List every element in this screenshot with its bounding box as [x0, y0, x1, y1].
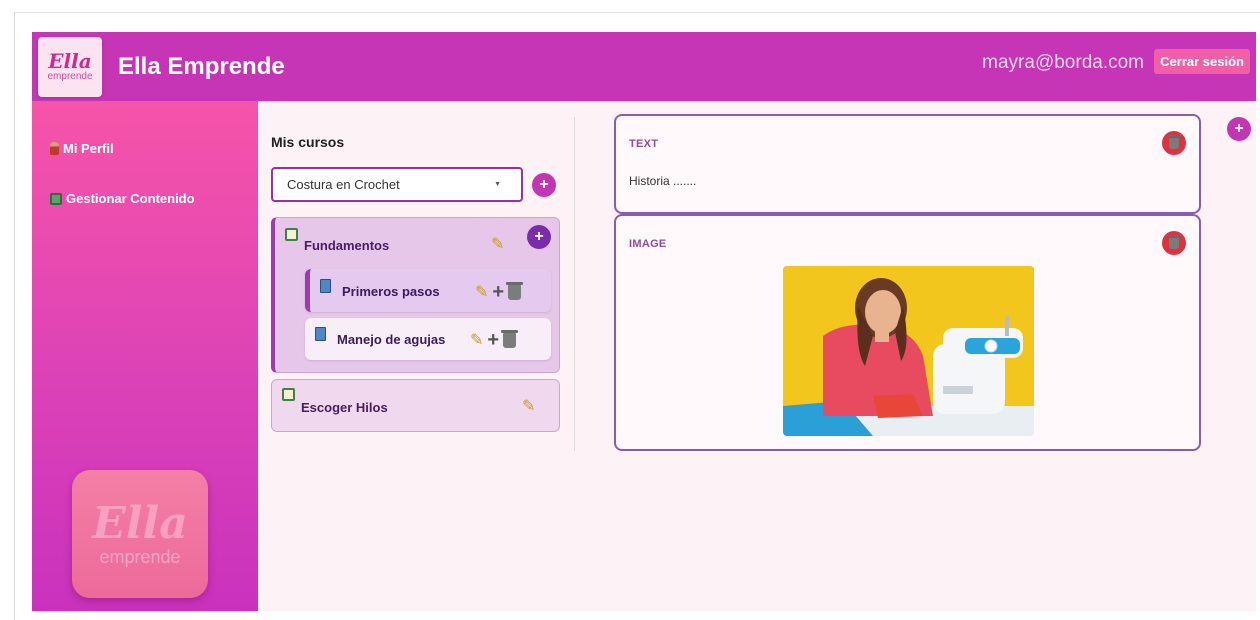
lesson-title: Manejo de agujas [337, 332, 446, 347]
block-text-content[interactable]: Historia ....... [629, 174, 696, 188]
sidebar-logo-main: Ella [92, 498, 188, 549]
app-header: Ella emprende Ella Emprende mayra@borda.… [32, 32, 1256, 101]
add-course-button[interactable]: + [532, 173, 556, 197]
lesson-book-icon [320, 279, 331, 293]
lesson-actions: ✎ + [470, 329, 519, 350]
edit-pencil-icon[interactable]: ✎ [475, 282, 488, 302]
content-block-image[interactable]: IMAGE [614, 214, 1201, 451]
woman-sewing-machine-photo [783, 266, 1034, 436]
delete-block-button[interactable] [1162, 131, 1186, 155]
caret-down-icon: ▼ [494, 181, 501, 188]
trash-icon [1167, 234, 1181, 249]
user-email: mayra@borda.com [982, 52, 1144, 73]
lesson-primeros-pasos[interactable]: Primeros pasos ✎ + [305, 269, 551, 312]
plus-icon[interactable]: + [492, 282, 504, 302]
book-icon [50, 192, 62, 205]
trash-icon[interactable] [506, 281, 524, 300]
app-title: Ella Emprende [118, 52, 285, 80]
trash-icon [1167, 134, 1181, 149]
edit-pencil-icon[interactable]: ✎ [470, 330, 483, 350]
trash-icon[interactable] [501, 329, 519, 348]
block-type-label: TEXT [629, 138, 659, 150]
edit-pencil-icon[interactable]: ✎ [522, 396, 535, 416]
sidebar: Mi Perfil Gestionar Contenido Ella empre… [32, 101, 258, 611]
sidebar-item-mi-perfil[interactable]: Mi Perfil [50, 141, 114, 156]
header-logo[interactable]: Ella emprende [38, 36, 102, 97]
main-content: Mis cursos Costura en Crochet ▼ + Fundam… [258, 101, 1256, 611]
delete-block-button[interactable] [1162, 231, 1186, 255]
module-title: Escoger Hilos [301, 400, 388, 415]
add-lesson-button[interactable]: + [527, 225, 551, 249]
module-book-icon [285, 228, 298, 241]
lesson-actions: ✎ + [475, 281, 524, 302]
module-escoger-hilos[interactable]: Escoger Hilos ✎ [271, 379, 560, 432]
add-block-button[interactable]: + [1227, 117, 1251, 141]
logout-button[interactable]: Cerrar sesión [1154, 49, 1250, 74]
content-block-text[interactable]: TEXT Historia ....... [614, 114, 1201, 214]
module-title: Fundamentos [304, 238, 390, 253]
plus-icon[interactable]: + [487, 330, 499, 350]
courses-title: Mis cursos [271, 134, 345, 150]
sidebar-item-label: Gestionar Contenido [66, 191, 195, 206]
photo-illustration [783, 266, 1034, 436]
sidebar-logo: Ella emprende [72, 470, 208, 598]
sidebar-logo-sub: emprende [99, 547, 181, 567]
course-select[interactable]: Costura en Crochet ▼ [271, 167, 523, 202]
sidebar-item-label: Mi Perfil [63, 141, 114, 156]
sidebar-item-gestionar-contenido[interactable]: Gestionar Contenido [50, 191, 195, 206]
logo-main-text: Ella [48, 48, 92, 73]
edit-pencil-icon[interactable]: ✎ [491, 234, 504, 254]
column-divider [574, 117, 575, 451]
lesson-manejo-de-agujas[interactable]: Manejo de agujas ✎ + [305, 318, 551, 360]
logo-sub-text: emprende [47, 70, 93, 82]
course-select-value: Costura en Crochet [287, 177, 400, 192]
module-book-icon [282, 388, 295, 401]
block-type-label: IMAGE [629, 238, 667, 250]
module-fundamentos[interactable]: Fundamentos ✎ + Primeros pasos ✎ + Manej… [271, 217, 560, 373]
lesson-title: Primeros pasos [342, 284, 440, 299]
person-icon [50, 142, 59, 155]
lesson-book-icon [315, 327, 326, 341]
